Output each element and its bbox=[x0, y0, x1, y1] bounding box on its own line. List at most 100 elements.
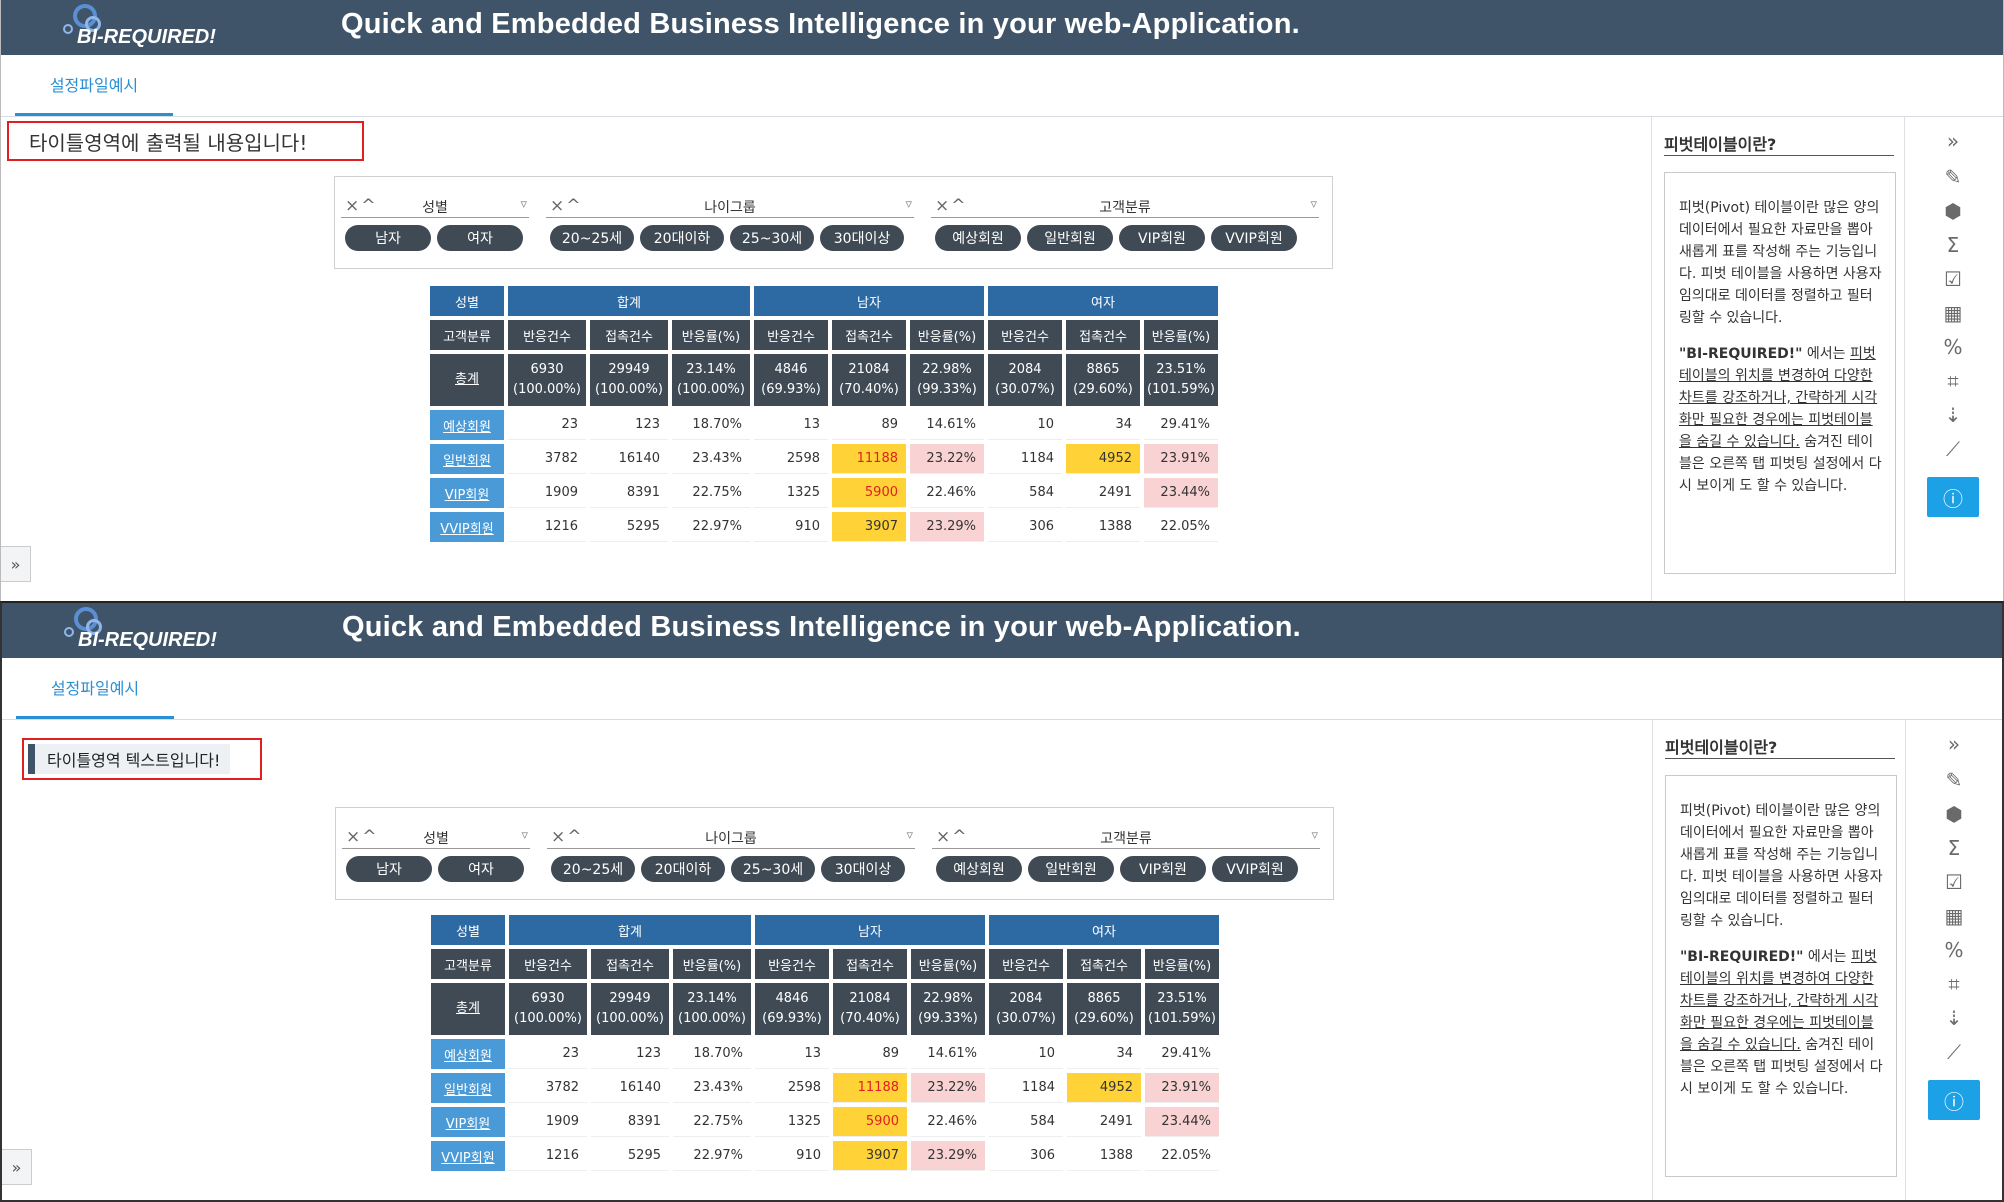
filter-value-chip[interactable]: 남자 bbox=[346, 856, 432, 882]
row-label[interactable]: 예상회원 bbox=[431, 1039, 505, 1069]
line-chart-icon[interactable]: ⟋ bbox=[1927, 429, 1979, 469]
row-label[interactable]: 일반회원 bbox=[430, 444, 504, 474]
row-label[interactable]: VIP회원 bbox=[430, 478, 504, 508]
row-label-link[interactable]: 예상회원 bbox=[443, 420, 491, 435]
filter-value-chip[interactable]: 예상회원 bbox=[936, 856, 1022, 882]
logo-circle-icon bbox=[64, 627, 74, 637]
app-panel-2: BI-REQUIRED! Quick and Embedded Business… bbox=[0, 601, 2004, 1202]
expand-left-panel-button[interactable]: » bbox=[2, 1149, 32, 1185]
filter-funnel-icon[interactable]: ▿ bbox=[906, 828, 913, 843]
measure-header[interactable]: 접촉건수 bbox=[590, 320, 668, 350]
measure-header[interactable]: 접촉건수 bbox=[1067, 949, 1141, 979]
row-dimension-header[interactable]: 고객분류 bbox=[430, 320, 504, 350]
filter-value-chip[interactable]: VIP회원 bbox=[1120, 856, 1206, 882]
total-link[interactable]: 총계 bbox=[455, 372, 479, 387]
filter-header: ×^ 고객분류 ▿ bbox=[931, 195, 1319, 218]
group-header[interactable]: 합계 bbox=[509, 915, 751, 945]
filter-value-chip[interactable]: 20대이하 bbox=[640, 225, 724, 251]
total-cell: 8865 (29.60%) bbox=[1067, 983, 1141, 1035]
measure-header[interactable]: 반응건수 bbox=[988, 320, 1062, 350]
info-icon[interactable]: ⓘ bbox=[1928, 1080, 1980, 1120]
table-cell: 8391 bbox=[590, 478, 668, 508]
filter-funnel-icon[interactable]: ▿ bbox=[905, 197, 912, 212]
total-link[interactable]: 총계 bbox=[456, 1001, 480, 1016]
expand-left-panel-button[interactable]: » bbox=[1, 546, 31, 582]
tab-settings-example[interactable]: 설정파일예시 bbox=[16, 658, 174, 719]
measure-header[interactable]: 접촉건수 bbox=[1066, 320, 1140, 350]
row-label-link[interactable]: 예상회원 bbox=[444, 1049, 492, 1064]
group-header[interactable]: 여자 bbox=[988, 286, 1218, 316]
filter-value-chip[interactable]: 여자 bbox=[437, 225, 523, 251]
filter-value-chip[interactable]: 30대이상 bbox=[821, 856, 905, 882]
total-row-label[interactable]: 총계 bbox=[430, 354, 504, 406]
table-cell: 910 bbox=[754, 512, 828, 542]
row-label-link[interactable]: 일반회원 bbox=[443, 454, 491, 469]
row-label[interactable]: 예상회원 bbox=[430, 410, 504, 440]
filter-value-chip[interactable]: 일반회원 bbox=[1027, 225, 1113, 251]
filter-funnel-icon[interactable]: ▿ bbox=[520, 197, 527, 212]
total-cell: 8865 (29.60%) bbox=[1066, 354, 1140, 406]
table-cell: 13 bbox=[755, 1039, 829, 1069]
measure-header[interactable]: 반응률(%) bbox=[910, 320, 984, 350]
group-header[interactable]: 여자 bbox=[989, 915, 1219, 945]
filter-value-chip[interactable]: 여자 bbox=[438, 856, 524, 882]
logo-circle-icon bbox=[63, 24, 73, 34]
measure-header[interactable]: 반응건수 bbox=[509, 949, 587, 979]
collapse-panel-icon[interactable]: » bbox=[1927, 121, 1979, 161]
filter-value-chip[interactable]: 30대이상 bbox=[820, 225, 904, 251]
row-label-link[interactable]: VVIP회원 bbox=[441, 1151, 494, 1166]
measure-header[interactable]: 접촉건수 bbox=[591, 949, 669, 979]
filter-funnel-icon[interactable]: ▿ bbox=[1311, 828, 1318, 843]
row-label-link[interactable]: VVIP회원 bbox=[440, 522, 493, 537]
measure-header[interactable]: 반응률(%) bbox=[672, 320, 750, 350]
collapse-panel-icon[interactable]: » bbox=[1928, 724, 1980, 764]
filter-header: ×^ 고객분류 ▿ bbox=[932, 826, 1320, 849]
filter-values: 예상회원 일반회원 VIP회원 VVIP회원 bbox=[935, 225, 1297, 251]
filter-value-chip[interactable]: 25~30세 bbox=[731, 856, 815, 882]
filter-funnel-icon[interactable]: ▿ bbox=[521, 828, 528, 843]
measure-header[interactable]: 접촉건수 bbox=[832, 320, 906, 350]
info-icon[interactable]: ⓘ bbox=[1927, 477, 1979, 517]
total-cell: 23.51% (101.59%) bbox=[1144, 354, 1218, 406]
row-label-link[interactable]: VIP회원 bbox=[446, 1117, 491, 1132]
filter-value-chip[interactable]: 20~25세 bbox=[551, 856, 635, 882]
filter-value-chip[interactable]: VVIP회원 bbox=[1211, 225, 1297, 251]
measure-header[interactable]: 반응건수 bbox=[508, 320, 586, 350]
measure-header[interactable]: 반응률(%) bbox=[1145, 949, 1219, 979]
filter-values: 예상회원 일반회원 VIP회원 VVIP회원 bbox=[936, 856, 1298, 882]
filter-value-chip[interactable]: 20대이하 bbox=[641, 856, 725, 882]
table-cell: 89 bbox=[833, 1039, 907, 1069]
filter-value-chip[interactable]: VIP회원 bbox=[1119, 225, 1205, 251]
row-label[interactable]: VVIP회원 bbox=[431, 1141, 505, 1171]
filter-value-chip[interactable]: VVIP회원 bbox=[1212, 856, 1298, 882]
total-row-label[interactable]: 총계 bbox=[431, 983, 505, 1035]
line-chart-icon[interactable]: ⟋ bbox=[1928, 1032, 1980, 1072]
measure-header[interactable]: 반응률(%) bbox=[673, 949, 751, 979]
filter-value-chip[interactable]: 예상회원 bbox=[935, 225, 1021, 251]
row-label[interactable]: 일반회원 bbox=[431, 1073, 505, 1103]
group-header[interactable]: 합계 bbox=[508, 286, 750, 316]
measure-header[interactable]: 반응건수 bbox=[755, 949, 829, 979]
measure-header[interactable]: 접촉건수 bbox=[833, 949, 907, 979]
filter-value-chip[interactable]: 25~30세 bbox=[730, 225, 814, 251]
filter-value-chip[interactable]: 일반회원 bbox=[1028, 856, 1114, 882]
filter-name: 나이그룹 bbox=[704, 200, 756, 216]
tab-settings-example[interactable]: 설정파일예시 bbox=[15, 55, 173, 116]
table-cell: 584 bbox=[988, 478, 1062, 508]
measure-header[interactable]: 반응건수 bbox=[989, 949, 1063, 979]
group-header[interactable]: 남자 bbox=[754, 286, 984, 316]
table-cell: 16140 bbox=[591, 1073, 669, 1103]
row-label[interactable]: VIP회원 bbox=[431, 1107, 505, 1137]
row-label-link[interactable]: 일반회원 bbox=[444, 1083, 492, 1098]
filter-value-chip[interactable]: 남자 bbox=[345, 225, 431, 251]
measure-header[interactable]: 반응률(%) bbox=[1144, 320, 1218, 350]
row-dimension-header[interactable]: 고객분류 bbox=[431, 949, 505, 979]
group-header[interactable]: 남자 bbox=[755, 915, 985, 945]
measure-header[interactable]: 반응건수 bbox=[754, 320, 828, 350]
filter-value-chip[interactable]: 20~25세 bbox=[550, 225, 634, 251]
row-label-link[interactable]: VIP회원 bbox=[445, 488, 490, 503]
table-cell: 23.43% bbox=[673, 1073, 751, 1103]
measure-header[interactable]: 반응률(%) bbox=[911, 949, 985, 979]
row-label[interactable]: VVIP회원 bbox=[430, 512, 504, 542]
filter-funnel-icon[interactable]: ▿ bbox=[1310, 197, 1317, 212]
